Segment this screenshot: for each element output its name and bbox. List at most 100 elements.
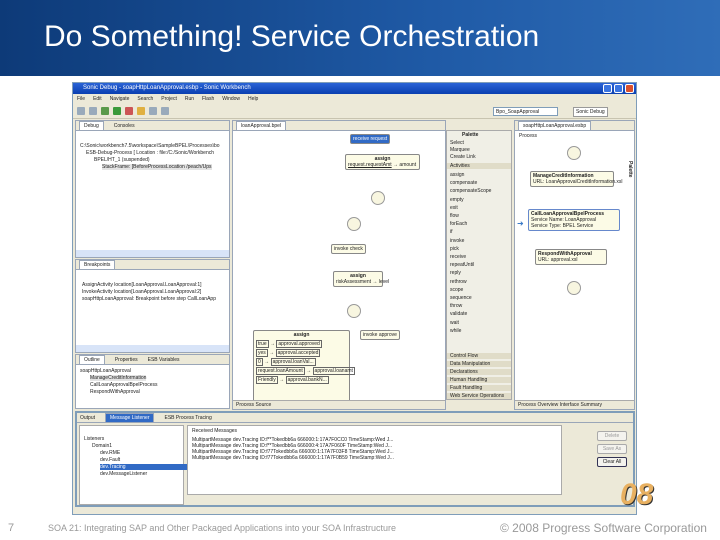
- message-row[interactable]: MultipartMessage dev.Tracing ID:f77Toked…: [192, 455, 394, 461]
- menu-file[interactable]: File: [77, 96, 85, 102]
- menu-navigate[interactable]: Navigate: [110, 96, 130, 102]
- listener-tree-item[interactable]: dev.Tracing: [100, 464, 200, 470]
- tab-consoles[interactable]: Consoles: [114, 123, 135, 129]
- palette-side-label[interactable]: Palette: [627, 161, 633, 177]
- breakpoint-item[interactable]: soapHttpLoanApproval: Breakpoint before …: [82, 296, 216, 302]
- palette-drawer[interactable]: Control Flow: [447, 353, 511, 359]
- palette-drawer[interactable]: Declarations: [447, 369, 511, 375]
- tab-process[interactable]: Process: [518, 402, 536, 408]
- palette-activity[interactable]: scope: [450, 287, 463, 293]
- flow-gateway[interactable]: [371, 191, 385, 205]
- tab-esb-process-tracing[interactable]: ESB Process Tracing: [164, 415, 211, 421]
- tab-output[interactable]: Output: [80, 415, 95, 421]
- tab-source[interactable]: Source: [255, 402, 271, 408]
- flow-gateway[interactable]: [347, 304, 361, 318]
- palette-activity[interactable]: sequence: [450, 295, 472, 301]
- palette-tool[interactable]: Create Link: [450, 154, 476, 160]
- process-combo[interactable]: Bpo_SoapApproval: [493, 107, 558, 116]
- flow-gateway[interactable]: [347, 217, 361, 231]
- debug-tree-item[interactable]: C:\Sonic\workbench7.5\workspace\SampleBP…: [80, 143, 220, 149]
- debug-icon[interactable]: [101, 107, 109, 115]
- debug-tree-item[interactable]: BPEL/HT_1 (suspended): [94, 157, 150, 163]
- invoke-check-node[interactable]: invoke check: [331, 244, 366, 254]
- menu-run[interactable]: Run: [185, 96, 194, 102]
- save-as-button[interactable]: Save As: [597, 444, 627, 454]
- menu-search[interactable]: Search: [137, 96, 153, 102]
- palette-activity[interactable]: assign: [450, 172, 464, 178]
- palette-activity[interactable]: receive: [450, 254, 466, 260]
- palette-activity[interactable]: throw: [450, 303, 462, 309]
- palette-activity[interactable]: if: [450, 229, 453, 235]
- listener-tree-item[interactable]: Listeners: [84, 436, 104, 442]
- menu-help[interactable]: Help: [248, 96, 258, 102]
- assign-node[interactable]: assign riskAssessment → level: [333, 271, 389, 287]
- listener-tree-item[interactable]: dev.MessageListener: [100, 471, 147, 477]
- listener-tree-item[interactable]: Domain1: [92, 443, 112, 449]
- tab-interface[interactable]: Interface: [560, 402, 579, 408]
- menu-project[interactable]: Project: [161, 96, 177, 102]
- assign-copy-row[interactable]: 0 → approval.loanVal...: [256, 358, 347, 366]
- process-step[interactable]: CallLoanApprovalBpelProcess Service Name:…: [528, 209, 620, 231]
- tab-summary[interactable]: Summary: [581, 402, 602, 408]
- search-icon[interactable]: [137, 107, 145, 115]
- palette-activity[interactable]: wait: [450, 320, 459, 326]
- palette-activity[interactable]: repeatUntil: [450, 262, 474, 268]
- invoke-approve-node[interactable]: invoke approve: [360, 330, 400, 340]
- new-icon[interactable]: [77, 107, 85, 115]
- palette-activity[interactable]: exit: [450, 205, 458, 211]
- palette-activity[interactable]: compensate: [450, 180, 477, 186]
- palette-drawer[interactable]: Web Service Operations: [447, 393, 511, 399]
- palette-activity[interactable]: validate: [450, 311, 467, 317]
- debug-tree-item[interactable]: ESB-Debug-Process [ Location : file:/C:/…: [86, 150, 214, 156]
- palette-activity[interactable]: compensateScope: [450, 188, 491, 194]
- tab-outline[interactable]: Outline: [79, 355, 105, 364]
- menu-edit[interactable]: Edit: [93, 96, 102, 102]
- menu-flash[interactable]: Flash: [202, 96, 214, 102]
- assign-copy-row[interactable]: yes → approval.accepted: [256, 349, 347, 357]
- outline-item[interactable]: CallLoanApprovalBpelProcess: [90, 382, 158, 388]
- palette-tool[interactable]: Marquee: [450, 147, 470, 153]
- palette-activity[interactable]: forEach: [450, 221, 467, 227]
- minimize-button[interactable]: [603, 84, 612, 93]
- assign-copy-row[interactable]: true → approval.approved: [256, 340, 347, 348]
- run-icon[interactable]: [113, 107, 121, 115]
- tab-process[interactable]: Process: [236, 402, 254, 408]
- receive-node[interactable]: receive request: [350, 134, 391, 144]
- assign-copy-row[interactable]: request.loanAmount → approval.loanamt: [256, 367, 355, 375]
- palette-drawer[interactable]: Data Manipulation: [447, 361, 511, 367]
- tab-message-listener[interactable]: Message Listener: [105, 413, 155, 422]
- palette-tool[interactable]: Select: [450, 140, 464, 146]
- outline-item[interactable]: ManageCreditInformation: [90, 375, 147, 381]
- horizontal-scrollbar[interactable]: [76, 345, 229, 352]
- tab-process-file[interactable]: soapHttpLoanApproval.esbp: [518, 121, 592, 130]
- palette-drawer[interactable]: Fault Handling: [447, 385, 511, 391]
- tab-debug[interactable]: Debug: [79, 121, 104, 130]
- tab-breakpoints[interactable]: Breakpoints: [79, 260, 116, 269]
- maximize-button[interactable]: [614, 84, 623, 93]
- assign-copy-row[interactable]: Friendly → approval.bankN...: [256, 376, 347, 384]
- process-step[interactable]: ManageCreditInformation URL: LoanApproval…: [530, 171, 623, 187]
- close-button[interactable]: [625, 84, 634, 93]
- listener-tree-item[interactable]: dev.RME: [100, 450, 120, 456]
- palette-activity[interactable]: flow: [450, 213, 459, 219]
- listener-tree-item[interactable]: dev.Fault: [100, 457, 120, 463]
- back-icon[interactable]: [149, 107, 157, 115]
- palette-activity[interactable]: while: [450, 328, 461, 334]
- palette-activity[interactable]: rethrow: [450, 279, 467, 285]
- delete-button[interactable]: Delete: [597, 431, 627, 441]
- tab-overview[interactable]: Overview: [537, 402, 558, 408]
- horizontal-scrollbar[interactable]: [76, 250, 229, 257]
- outline-item[interactable]: RespondWithApproval: [90, 389, 140, 395]
- palette-drawer[interactable]: Human Handling: [447, 377, 511, 383]
- tab-properties[interactable]: Properties: [115, 357, 138, 363]
- breakpoint-item[interactable]: AssignActivity location[LoanApproval.Loa…: [82, 282, 202, 288]
- perspective-button[interactable]: Sonic Debug: [573, 107, 608, 117]
- palette-activity[interactable]: reply: [450, 270, 461, 276]
- menu-window[interactable]: Window: [222, 96, 240, 102]
- palette-drawer-activities[interactable]: Activities: [447, 163, 511, 169]
- assign-block[interactable]: assign true → approval.approved yes → app…: [253, 330, 355, 405]
- palette-activity[interactable]: empty: [450, 197, 464, 203]
- clear-all-button[interactable]: Clear All: [597, 457, 627, 467]
- external-tools-icon[interactable]: [125, 107, 133, 115]
- process-step[interactable]: RespondWithApproval URL: approval.xsl: [535, 249, 607, 265]
